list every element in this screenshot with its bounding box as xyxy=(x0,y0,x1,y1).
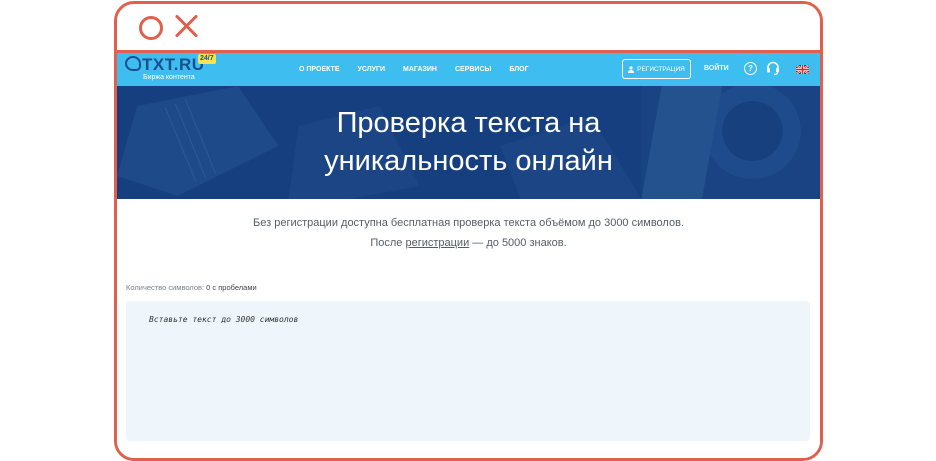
logo-e-icon xyxy=(125,56,141,71)
top-navbar: TXT.RU 24/7 Биржа контента О ПРОЕКТЕ УСЛ… xyxy=(117,53,820,86)
support-headset-icon[interactable] xyxy=(766,61,780,76)
info-text: Без регистрации доступна бесплатная пров… xyxy=(117,213,820,253)
info-line-2-after: — до 5000 знаков. xyxy=(469,237,567,249)
text-input-area[interactable]: Вставьте текст до 3000 символов xyxy=(126,301,810,441)
login-link[interactable]: ВОЙТИ xyxy=(704,65,729,72)
counter-value: 0 с пробелами xyxy=(206,283,257,292)
nav-item-shop[interactable]: МАГАЗИН xyxy=(403,66,437,73)
window-toolbar xyxy=(117,4,820,53)
logo-wordmark: TXT.RU xyxy=(125,56,205,73)
help-icon[interactable]: ? xyxy=(744,62,757,75)
hero-banner: Проверка текста на уникальность онлайн xyxy=(117,86,820,199)
info-line-2-before: После xyxy=(370,237,406,249)
register-link[interactable]: регистрации xyxy=(405,237,469,249)
logo-badge: 24/7 xyxy=(198,54,216,64)
page-title: Проверка текста на уникальность онлайн xyxy=(117,104,820,180)
nav-item-tools[interactable]: СЕРВИСЫ xyxy=(455,66,491,73)
page-title-line-2: уникальность онлайн xyxy=(324,145,613,177)
site-logo[interactable]: TXT.RU 24/7 Биржа контента xyxy=(125,54,216,82)
page-title-line-1: Проверка текста на xyxy=(336,107,601,139)
info-line-2: После регистрации — до 5000 знаков. xyxy=(117,233,820,253)
logo-subtitle: Биржа контента xyxy=(143,74,195,81)
counter-label: Количество символов: xyxy=(126,283,205,292)
close-icon[interactable] xyxy=(173,11,199,41)
text-input-placeholder: Вставьте текст до 3000 символов xyxy=(149,315,299,324)
info-line-1: Без регистрации доступна бесплатная пров… xyxy=(253,217,684,229)
help-glyph: ? xyxy=(748,64,753,73)
uk-flag-icon[interactable] xyxy=(796,65,809,74)
browser-frame: TXT.RU 24/7 Биржа контента О ПРОЕКТЕ УСЛ… xyxy=(114,1,823,461)
nav-item-blog[interactable]: БЛОГ xyxy=(509,66,528,73)
user-icon xyxy=(628,65,635,73)
web-page: TXT.RU 24/7 Биржа контента О ПРОЕКТЕ УСЛ… xyxy=(117,53,820,458)
logo-text: TXT.RU xyxy=(142,55,205,74)
register-label: РЕГИСТРАЦИЯ xyxy=(637,65,685,73)
nav-item-about[interactable]: О ПРОЕКТЕ xyxy=(299,66,340,73)
nav-item-services[interactable]: УСЛУГИ xyxy=(358,66,386,73)
register-button[interactable]: РЕГИСТРАЦИЯ xyxy=(622,59,691,79)
circle-icon[interactable] xyxy=(139,16,163,40)
main-menu: О ПРОЕКТЕ УСЛУГИ МАГАЗИН СЕРВИСЫ БЛОГ xyxy=(299,53,547,86)
character-counter: Количество символов: 0 с пробелами xyxy=(126,283,257,292)
